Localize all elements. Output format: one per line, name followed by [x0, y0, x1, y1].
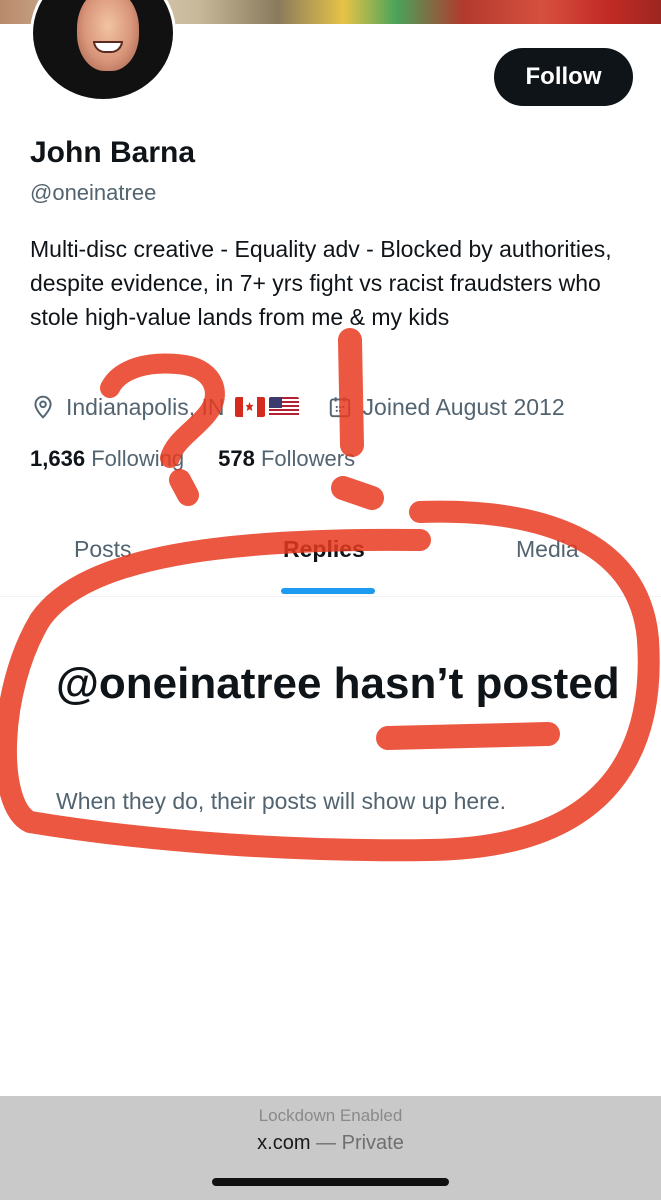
domain-text: x.com [257, 1132, 311, 1154]
exclamation-dot-annotation [331, 476, 384, 510]
following-label: Following [91, 446, 185, 471]
followers-count: 578 [218, 446, 255, 471]
usa-flag-icon [268, 397, 299, 417]
joined-text: Joined August 2012 [362, 393, 565, 420]
avatar-face [77, 0, 139, 71]
home-indicator[interactable] [212, 1178, 449, 1186]
empty-state-title: @oneinatree hasn’t posted [56, 659, 620, 708]
canada-flag-icon [234, 397, 265, 417]
following-link[interactable]: 1,636 Following [30, 446, 184, 472]
following-count: 1,636 [30, 446, 86, 471]
map-pin-icon [34, 395, 52, 419]
joined-item: Joined August 2012 [327, 394, 565, 421]
avatar[interactable] [30, 0, 176, 102]
tab-posts[interactable]: Posts [74, 536, 132, 563]
underline-annotation [376, 722, 560, 750]
followers-link[interactable]: 578 Followers [218, 446, 355, 472]
location-item: Indianapolis, IN [30, 394, 299, 421]
calendar-icon [329, 397, 350, 418]
lockdown-label: Lockdown Enabled [258, 1106, 403, 1125]
browser-bottom-bar: Lockdown Enabled x.com — Private [0, 1096, 661, 1200]
tab-media[interactable]: Media [516, 536, 579, 563]
private-label: Private [341, 1132, 404, 1154]
question-mark-dot-annotation [169, 469, 199, 506]
follow-button[interactable]: Follow [494, 48, 633, 106]
empty-state-subtitle: When they do, their posts will show up h… [56, 788, 507, 814]
followers-label: Followers [260, 446, 356, 471]
profile-bio: Multi-disc creative - Equality adv - Blo… [30, 236, 612, 330]
address-bar[interactable]: x.com — Private [0, 1132, 661, 1155]
flags [234, 397, 299, 417]
active-tab-indicator [281, 588, 375, 594]
tab-replies[interactable]: Replies [283, 536, 365, 563]
display-name: John Barna [30, 136, 196, 169]
profile-handle: @oneinatree [30, 180, 157, 205]
profile-meta: Indianapolis, IN Joined August 2012 [30, 390, 565, 424]
location-text: Indianapolis, IN [66, 393, 225, 420]
url-separator: — [316, 1132, 337, 1154]
follow-stats: 1,636 Following 578 Followers [30, 446, 355, 472]
profile-tabs: Posts Replies Media [0, 510, 661, 597]
